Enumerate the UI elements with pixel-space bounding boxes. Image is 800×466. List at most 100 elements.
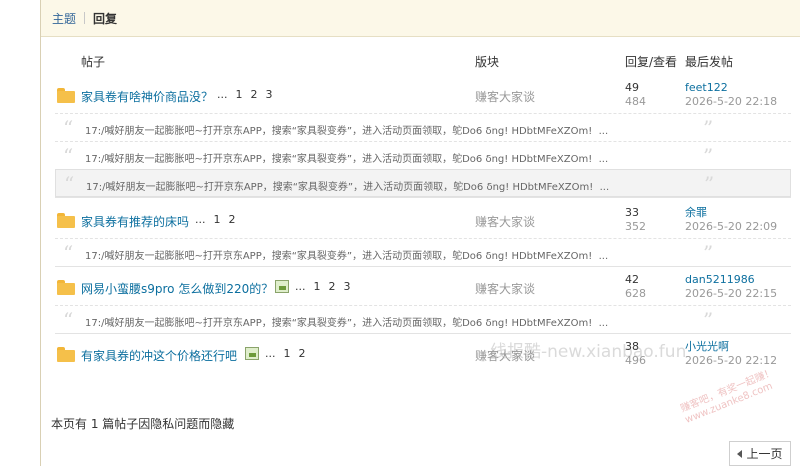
reply-count: 49 [625, 81, 639, 94]
last-post: feet122 2026-5-20 22:18 [685, 81, 777, 109]
page-link[interactable]: 2 [329, 280, 336, 293]
last-post-user[interactable]: feet122 [685, 81, 777, 95]
image-attachment-icon [245, 347, 259, 360]
last-post-user[interactable]: 余罪 [685, 206, 777, 220]
close-quote-icon: ” [704, 172, 715, 196]
forum-link[interactable]: 赚客大家谈 [475, 88, 535, 105]
quote-text: 17:/喊好朋友一起膨胀吧~打开京东APP，搜索“家具裂变券”，进入活动页面领取… [85, 154, 609, 165]
reply-view-stats: 49 484 [625, 81, 646, 109]
header-forum: 版块 [475, 55, 500, 69]
thread-item: 家具券有推荐的床吗 ... 1 2 赚客大家谈 33 352 余罪 2026-5-2… [55, 204, 791, 267]
open-quote-icon: “ [63, 144, 74, 168]
view-count: 484 [625, 95, 646, 108]
last-post-time: 2026-5-20 22:15 [685, 287, 778, 300]
reply-count: 42 [625, 273, 639, 286]
thread-pages: ... 1 2 [265, 347, 314, 360]
header-stats: 回复/查看 [625, 55, 678, 69]
page-link[interactable]: 1 [284, 347, 291, 360]
last-post: 余罪 2026-5-20 22:09 [685, 206, 777, 234]
reply-quote-highlighted: “ 17:/喊好朋友一起膨胀吧~打开京东APP，搜索“家具裂变券”，进入活动页面… [55, 169, 791, 197]
arrow-left-icon [737, 449, 743, 458]
page-link[interactable]: 1 [314, 280, 321, 293]
reply-quote: “ 17:/喊好朋友一起膨胀吧~打开京东APP，搜索“家具裂变券”，进入活动页面… [55, 238, 791, 266]
quote-text: 17:/喊好朋友一起膨胀吧~打开京东APP，搜索“家具裂变券”，进入活动页面领取… [86, 182, 610, 193]
page-link[interactable]: 2 [299, 347, 306, 360]
forum-link[interactable]: 赚客大家谈 [475, 347, 535, 364]
tab-bar: 主题 回复 [41, 0, 800, 37]
previous-page-button[interactable]: 上一页 [729, 441, 791, 466]
header-thread: 帖子 [81, 55, 106, 69]
pages-ellipsis: ... [295, 280, 306, 293]
row-divider [55, 333, 791, 334]
image-attachment-icon [275, 280, 289, 293]
thread-title[interactable]: 家具卷有啥神价商品没？ [81, 88, 213, 105]
reply-view-stats: 38 496 [625, 340, 646, 368]
thread-pages: ... 1 2 3 [295, 280, 359, 293]
pages-ellipsis: ... [195, 213, 206, 226]
thread-pages: ... 1 2 3 [217, 88, 281, 101]
reply-quote: “ 17:/喊好朋友一起膨胀吧~打开京东APP，搜索“家具裂变券”，进入活动页面… [55, 141, 791, 169]
reply-quote: “ 17:/喊好朋友一起膨胀吧~打开京东APP，搜索“家具裂变券”，进入活动页面… [55, 305, 791, 333]
folder-icon [57, 213, 75, 228]
view-count: 496 [625, 354, 646, 367]
thread-row: 家具券有推荐的床吗 ... 1 2 赚客大家谈 33 352 余罪 2026-5-2… [55, 204, 791, 238]
open-quote-icon: “ [64, 172, 75, 196]
close-quote-icon: ” [703, 308, 714, 332]
last-post-time: 2026-5-20 22:18 [685, 95, 778, 108]
thread-row: 网易小蛮腰s9pro 怎么做到220的？ ... 1 2 3 赚客大家谈 42 628… [55, 271, 791, 305]
tab-divider [84, 12, 86, 24]
forum-link[interactable]: 赚客大家谈 [475, 213, 535, 230]
open-quote-icon: “ [63, 116, 74, 140]
open-quote-icon: “ [63, 241, 74, 265]
pages-ellipsis: ... [265, 347, 276, 360]
thread-item: 网易小蛮腰s9pro 怎么做到220的？ ... 1 2 3 赚客大家谈 42 628… [55, 271, 791, 334]
thread-item: 有家具券的冲这个价格还行吧 ... 1 2 赚客大家谈 38 496 小光光啊 20… [55, 338, 791, 372]
thread-row: 家具卷有啥神价商品没？ ... 1 2 3 赚客大家谈 49 484 feet122 … [55, 79, 791, 113]
reply-quote: “ 17:/喊好朋友一起膨胀吧~打开京东APP，搜索“家具裂变券”，进入活动页面… [55, 113, 791, 141]
quote-text: 17:/喊好朋友一起膨胀吧~打开京东APP，搜索“家具裂变券”，进入活动页面领取… [85, 318, 609, 329]
last-post-user[interactable]: 小光光啊 [685, 340, 777, 354]
reply-view-stats: 33 352 [625, 206, 646, 234]
close-quote-icon: ” [703, 241, 714, 265]
page-link[interactable]: 1 [214, 213, 221, 226]
last-post: dan5211986 2026-5-20 22:15 [685, 273, 777, 301]
last-post-time: 2026-5-20 22:12 [685, 354, 778, 367]
pages-ellipsis: ... [217, 88, 228, 101]
hidden-posts-note: 本页有 1 篇帖子因隐私问题而隐藏 [51, 417, 235, 431]
thread-title[interactable]: 家具券有推荐的床吗 [81, 213, 189, 230]
page-link[interactable]: 1 [236, 88, 243, 101]
quote-text: 17:/喊好朋友一起膨胀吧~打开京东APP，搜索“家具裂变券”，进入活动页面领取… [85, 251, 609, 262]
thread-title[interactable]: 网易小蛮腰s9pro 怎么做到220的？ [81, 280, 273, 297]
page-link[interactable]: 3 [344, 280, 351, 293]
row-divider [55, 197, 791, 198]
tab-topic[interactable]: 主题 [52, 10, 76, 27]
page-link[interactable]: 2 [229, 213, 236, 226]
folder-icon [57, 280, 75, 295]
page-link[interactable]: 2 [251, 88, 258, 101]
close-quote-icon: ” [703, 144, 714, 168]
last-post-user[interactable]: dan5211986 [685, 273, 777, 287]
tab-reply[interactable]: 回复 [93, 10, 117, 27]
header-last-post: 最后发帖 [685, 55, 734, 69]
thread-pages: ... 1 2 [195, 213, 244, 226]
page-link[interactable]: 3 [266, 88, 273, 101]
folder-icon [57, 88, 75, 103]
view-count: 628 [625, 287, 646, 300]
previous-page-label: 上一页 [746, 447, 783, 461]
quote-text: 17:/喊好朋友一起膨胀吧~打开京东APP，搜索“家具裂变券”，进入活动页面领取… [85, 126, 609, 137]
view-count: 352 [625, 220, 646, 233]
forum-link[interactable]: 赚客大家谈 [475, 280, 535, 297]
last-post-time: 2026-5-20 22:09 [685, 220, 778, 233]
reply-view-stats: 42 628 [625, 273, 646, 301]
thread-title[interactable]: 有家具券的冲这个价格还行吧 [81, 347, 237, 364]
thread-row: 有家具券的冲这个价格还行吧 ... 1 2 赚客大家谈 38 496 小光光啊 20… [55, 338, 791, 372]
open-quote-icon: “ [63, 308, 74, 332]
row-divider [55, 266, 791, 267]
last-post: 小光光啊 2026-5-20 22:12 [685, 340, 777, 368]
reply-count: 38 [625, 340, 639, 353]
folder-icon [57, 347, 75, 362]
thread-panel: 主题 回复 帖子 版块 回复/查看 最后发帖 家具卷有啥神价商品没？ ... 1 2… [40, 0, 800, 466]
thread-item: 家具卷有啥神价商品没？ ... 1 2 3 赚客大家谈 49 484 feet122 … [55, 79, 791, 198]
close-quote-icon: ” [703, 116, 714, 140]
reply-count: 33 [625, 206, 639, 219]
